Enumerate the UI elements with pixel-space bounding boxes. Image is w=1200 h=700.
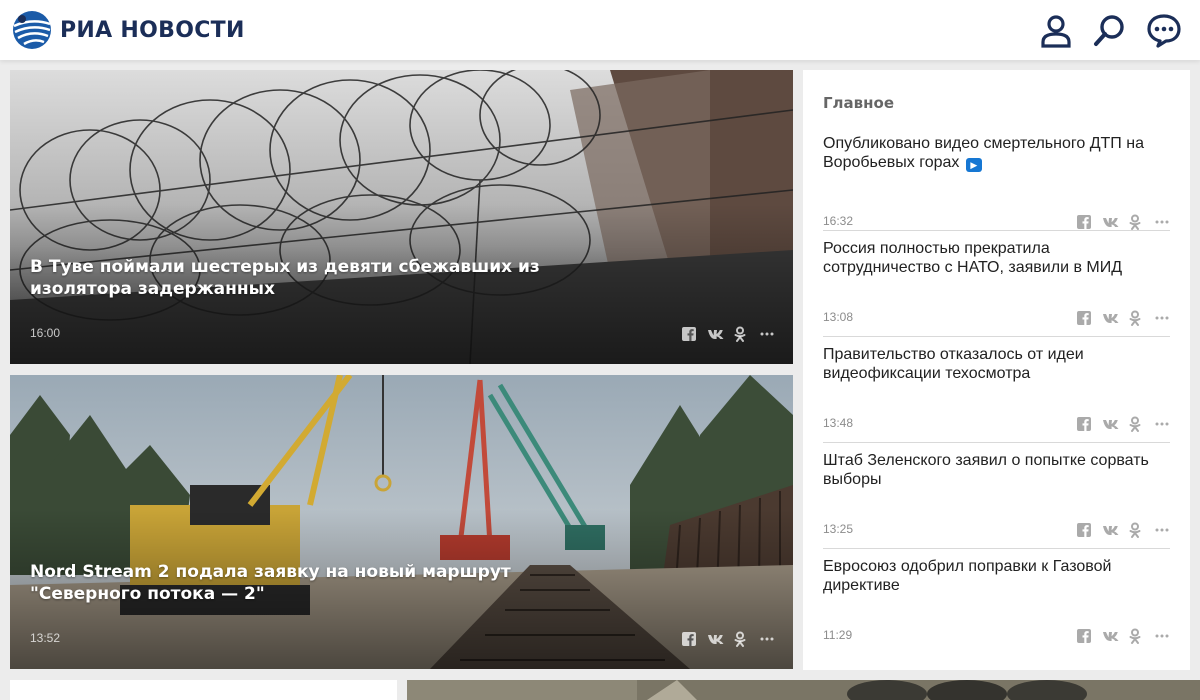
search-icon[interactable] xyxy=(1092,12,1128,48)
main-news-sidebar: Главное Опубликовано видео смертельного … xyxy=(803,70,1190,670)
news-title[interactable]: Штаб Зеленского заявил о попытке сорвать… xyxy=(823,451,1170,489)
share-bar xyxy=(1076,214,1170,230)
vk-icon[interactable] xyxy=(707,326,724,342)
more-icon[interactable] xyxy=(1154,310,1170,326)
vk-icon[interactable] xyxy=(707,631,724,647)
facebook-icon[interactable] xyxy=(1076,310,1092,326)
vk-icon[interactable] xyxy=(1102,416,1119,432)
news-card-2[interactable]: Nord Stream 2 подала заявку на новый мар… xyxy=(10,375,793,669)
vk-icon[interactable] xyxy=(1102,522,1119,538)
facebook-icon[interactable] xyxy=(1076,522,1092,538)
facebook-icon[interactable] xyxy=(1076,214,1092,230)
ok-icon[interactable] xyxy=(1128,310,1144,326)
share-bar xyxy=(681,631,775,647)
share-bar xyxy=(1076,310,1170,326)
ok-icon[interactable] xyxy=(1128,628,1144,644)
card-title[interactable]: В Туве поймали шестерых из девяти сбежав… xyxy=(30,256,590,300)
ok-icon[interactable] xyxy=(1128,214,1144,230)
vk-icon[interactable] xyxy=(1102,214,1119,230)
news-title[interactable]: Опубликовано видео смертельного ДТП на В… xyxy=(823,134,1170,172)
news-item[interactable]: Опубликовано видео смертельного ДТП на В… xyxy=(823,134,1170,240)
chat-icon[interactable] xyxy=(1146,12,1182,48)
news-item[interactable]: Штаб Зеленского заявил о попытке сорвать… xyxy=(823,442,1170,548)
news-time: 13:48 xyxy=(823,416,854,430)
share-bar xyxy=(1076,628,1170,644)
video-play-icon: ▶ xyxy=(965,158,982,172)
news-time: 16:32 xyxy=(823,214,854,228)
facebook-icon[interactable] xyxy=(681,326,697,342)
news-photo xyxy=(407,680,1200,700)
logo[interactable]: РИА НОВОСТИ xyxy=(12,9,245,51)
news-card-4[interactable] xyxy=(407,680,1200,700)
news-item[interactable]: Россия полностью прекратила сотрудничест… xyxy=(823,230,1170,336)
share-bar xyxy=(1076,522,1170,538)
vk-icon[interactable] xyxy=(1102,628,1119,644)
facebook-icon[interactable] xyxy=(1076,416,1092,432)
logo-text: РИА НОВОСТИ xyxy=(60,17,245,43)
globe-logo-icon xyxy=(13,11,51,49)
vk-icon[interactable] xyxy=(1102,310,1119,326)
more-icon[interactable] xyxy=(1154,522,1170,538)
card-time: 13:52 xyxy=(30,631,61,645)
more-icon[interactable] xyxy=(1154,628,1170,644)
news-item[interactable]: Правительство отказалось от идеи видеофи… xyxy=(823,336,1170,442)
more-icon[interactable] xyxy=(759,631,775,647)
news-item[interactable]: Евросоюз одобрил поправки к Газовой дире… xyxy=(823,548,1170,654)
more-icon[interactable] xyxy=(759,326,775,342)
card-time: 16:00 xyxy=(30,326,61,340)
ok-icon[interactable] xyxy=(733,326,749,342)
more-icon[interactable] xyxy=(1154,214,1170,230)
news-title[interactable]: Россия полностью прекратила сотрудничест… xyxy=(823,239,1170,277)
news-time: 13:25 xyxy=(823,522,854,536)
ok-icon[interactable] xyxy=(1128,522,1144,538)
news-title[interactable]: Правительство отказалось от идеи видеофи… xyxy=(823,345,1170,383)
share-bar xyxy=(681,326,775,342)
facebook-icon[interactable] xyxy=(1076,628,1092,644)
ok-icon[interactable] xyxy=(733,631,749,647)
news-title[interactable]: Евросоюз одобрил поправки к Газовой дире… xyxy=(823,557,1170,595)
site-header: РИА НОВОСТИ xyxy=(0,0,1200,60)
user-icon[interactable] xyxy=(1038,12,1074,48)
ok-icon[interactable] xyxy=(1128,416,1144,432)
facebook-icon[interactable] xyxy=(681,631,697,647)
sidebar-heading: Главное xyxy=(823,94,895,112)
more-icon[interactable] xyxy=(1154,416,1170,432)
news-time: 13:08 xyxy=(823,310,854,324)
news-time: 11:29 xyxy=(823,628,853,642)
share-bar xyxy=(1076,416,1170,432)
news-card-1[interactable]: В Туве поймали шестерых из девяти сбежав… xyxy=(10,70,793,364)
card-title[interactable]: Nord Stream 2 подала заявку на новый мар… xyxy=(30,561,590,605)
news-card-3[interactable] xyxy=(10,680,397,700)
